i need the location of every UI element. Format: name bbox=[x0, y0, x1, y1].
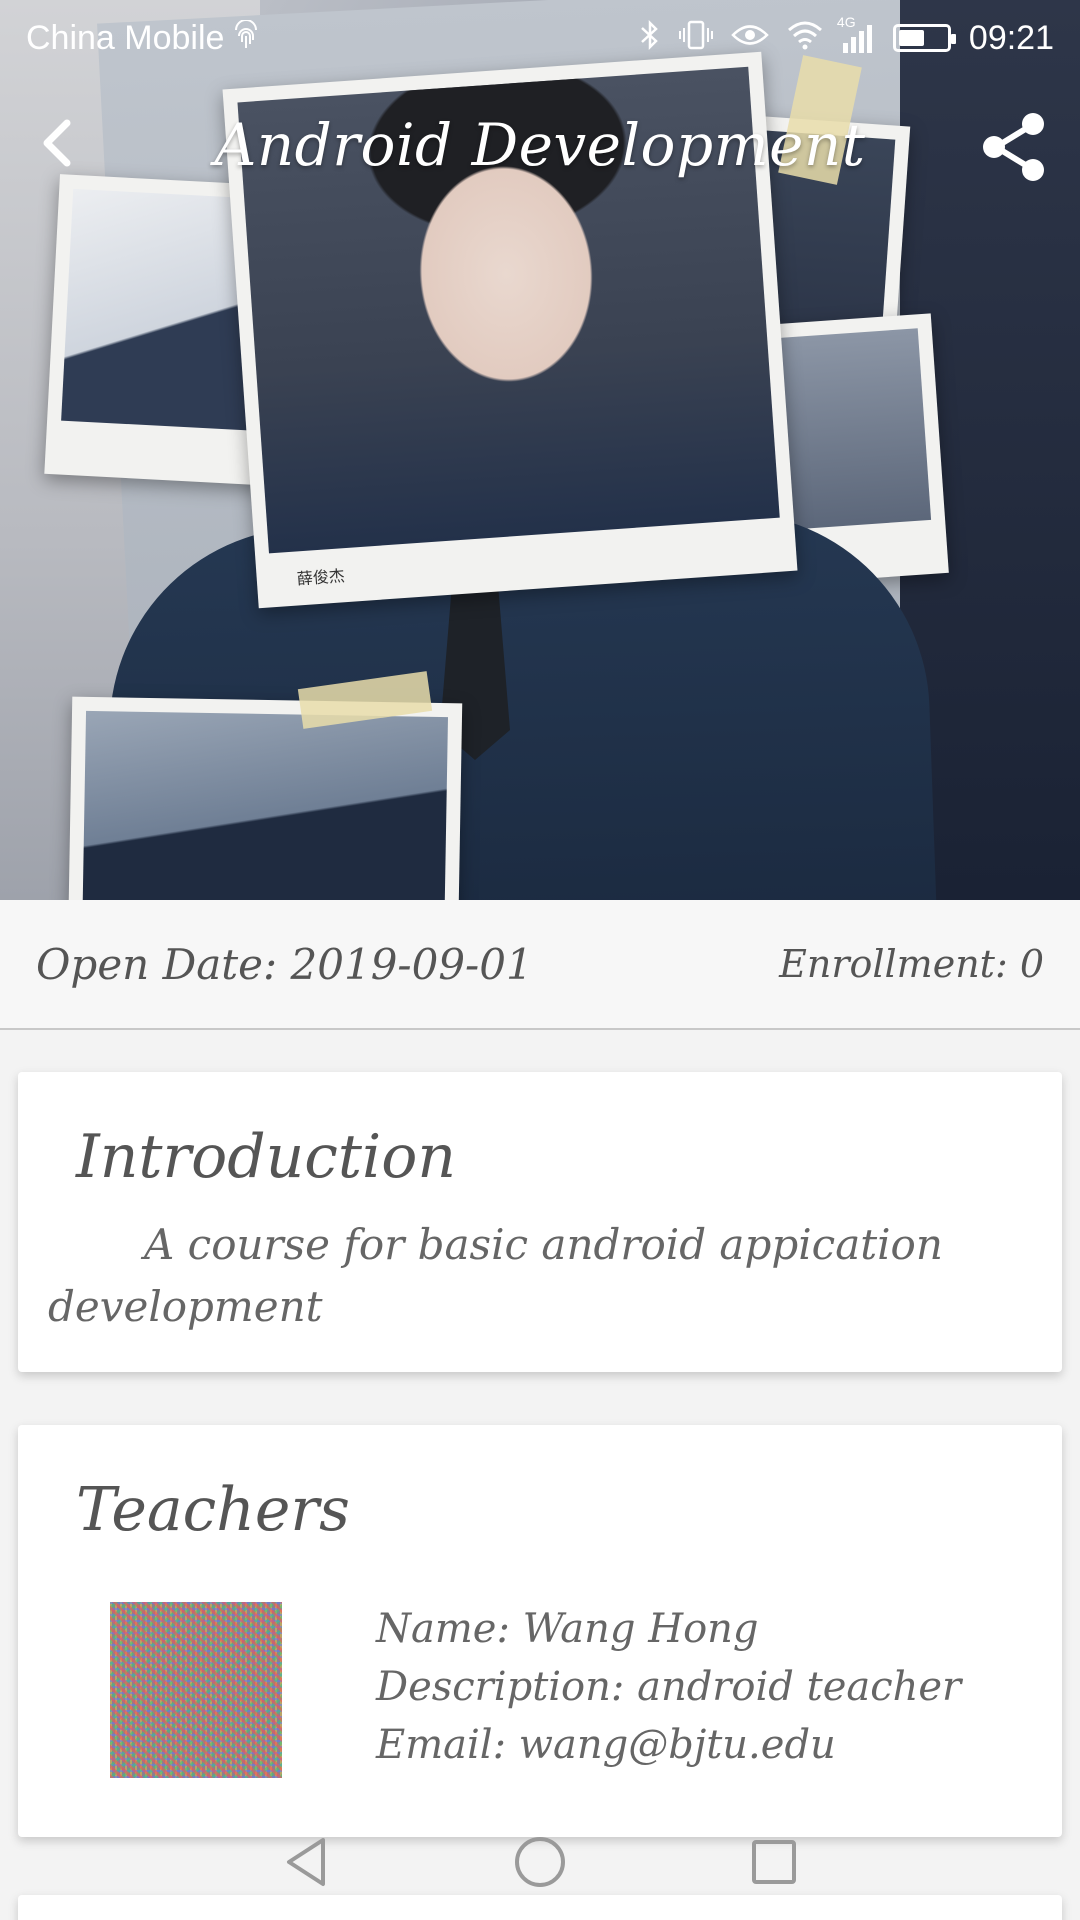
teachers-heading: Teachers bbox=[76, 1475, 350, 1545]
chevron-left-icon bbox=[37, 117, 77, 173]
cellular-signal-icon: 4G bbox=[837, 15, 875, 53]
network-type-label: 4G bbox=[836, 14, 856, 30]
bluetooth-icon bbox=[639, 19, 661, 57]
share-button[interactable] bbox=[968, 104, 1058, 194]
teacher-avatar[interactable] bbox=[110, 1602, 282, 1778]
nav-home-button[interactable] bbox=[508, 1832, 572, 1896]
teacher-email[interactable]: Email: wang@bjtu.edu bbox=[376, 1716, 961, 1774]
battery-icon bbox=[892, 24, 956, 52]
eye-comfort-icon bbox=[731, 22, 769, 54]
cover-photo bbox=[67, 696, 463, 900]
status-bar: China Mobile 4G 09:21 bbox=[0, 0, 1080, 76]
clock: 09:21 bbox=[968, 18, 1054, 57]
enrollment-count: Enrollment: 0 bbox=[779, 942, 1044, 986]
introduction-card: Introduction A course for basic android … bbox=[18, 1072, 1062, 1372]
wifi-icon bbox=[787, 20, 823, 56]
share-icon bbox=[976, 110, 1050, 188]
triangle-back-icon bbox=[283, 1836, 329, 1892]
teacher-name: Name: Wang Hong bbox=[376, 1606, 759, 1652]
back-button[interactable] bbox=[22, 110, 92, 180]
system-navigation-bar bbox=[0, 1808, 1080, 1920]
introduction-text: A course for basic android appication de… bbox=[48, 1220, 943, 1331]
app-toolbar: Android Development bbox=[0, 90, 1080, 200]
open-date: Open Date: 2019-09-01 bbox=[36, 939, 533, 989]
carrier-name: China Mobile bbox=[26, 18, 225, 57]
square-recents-icon bbox=[750, 1838, 798, 1890]
page-title: Android Development bbox=[214, 111, 866, 179]
teachers-card: Teachers Name: Wang Hong Description: an… bbox=[18, 1425, 1062, 1837]
nav-back-button[interactable] bbox=[274, 1832, 338, 1896]
photo-caption: 薛俊杰 bbox=[296, 566, 346, 589]
teacher-info: Name: Wang Hong Description: android tea… bbox=[376, 1600, 961, 1774]
nav-recents-button[interactable] bbox=[742, 1832, 806, 1896]
course-info-row: Open Date: 2019-09-01 Enrollment: 0 bbox=[0, 900, 1080, 1030]
introduction-heading: Introduction bbox=[76, 1122, 456, 1192]
teacher-description: Description: android teacher bbox=[376, 1664, 962, 1710]
fingerprint-icon bbox=[232, 19, 260, 56]
vibrate-icon bbox=[678, 19, 713, 57]
battery-level bbox=[898, 30, 924, 46]
circle-home-icon bbox=[513, 1835, 567, 1893]
